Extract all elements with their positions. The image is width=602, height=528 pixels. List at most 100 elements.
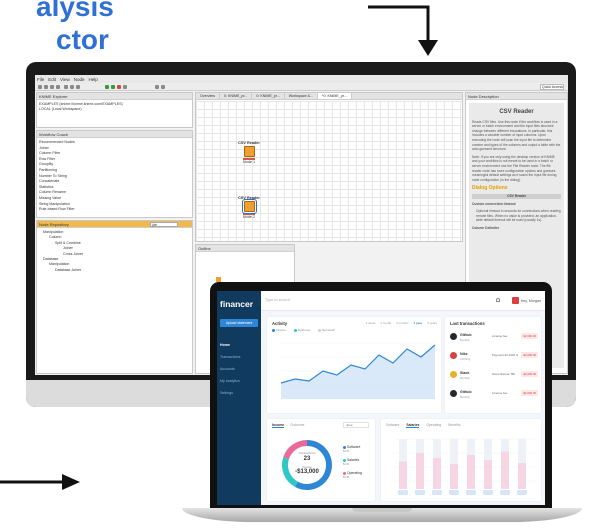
filter-1-week[interactable]: 1 week [366, 321, 376, 325]
sidebar-item-transactions[interactable]: Transactions [220, 351, 261, 363]
donut-count: 23 [303, 456, 311, 462]
node-label: Node 1 [242, 160, 256, 164]
donut-center: Transactions 23 Income -$13,000 [279, 437, 335, 493]
transactions-card: Last transactions Github Monthly License… [445, 317, 541, 413]
menu-file[interactable]: File [37, 77, 44, 82]
transaction-row[interactable]: Github Monthly License fee -$2,000.00 [450, 331, 538, 347]
budget-bar-label-chip [483, 490, 493, 495]
filter-1-year[interactable]: 1 year [413, 321, 422, 325]
tab-outcome[interactable]: Outcome [290, 423, 304, 428]
sidebar: financer Upload statement Home Transacti… [217, 291, 261, 505]
explorer-title: KNIME Explorer [37, 93, 192, 100]
cancel-icon[interactable] [117, 85, 121, 89]
transaction-row[interactable]: Github Monthly License fee -$2,000.00 [450, 388, 538, 404]
csv-reader-icon [241, 199, 257, 214]
menu-help[interactable]: Help [88, 77, 97, 82]
reset-icon[interactable] [123, 85, 127, 89]
activity-filters: 1 week 1 month 3 months 1 year 5 years [366, 321, 437, 325]
paste-icon[interactable] [76, 85, 80, 89]
budget-bar [433, 458, 441, 489]
execute-all-icon[interactable] [111, 85, 115, 89]
headline: alysis ctor [0, 0, 114, 56]
filter-3-months[interactable]: 3 months [396, 321, 408, 325]
menu-edit[interactable]: Edit [48, 77, 56, 82]
options-tab-bar: CSV Reader [472, 193, 561, 199]
save-icon[interactable] [44, 85, 48, 89]
csv-reader-node[interactable]: CSV Reader Node 1 [234, 141, 264, 164]
sidebar-item-settings[interactable]: Settings [220, 387, 261, 399]
budget-bar-label-chip [517, 490, 527, 495]
node-title: CSV Reader [238, 141, 260, 145]
tab-software[interactable]: Software [386, 423, 399, 428]
tab-operating[interactable]: Operating [426, 423, 441, 428]
income-tabs: Income Outcome [272, 423, 304, 428]
undo-icon[interactable] [50, 85, 54, 89]
user-name: Hey, Morgan [520, 298, 541, 303]
activity-card: Activity 1 week 1 month 3 months 1 year … [267, 317, 441, 413]
new-icon[interactable] [38, 85, 42, 89]
tab-workflow[interactable]: 0: KNIME_pr... [252, 93, 285, 99]
execute-icon[interactable] [105, 85, 109, 89]
budget-bar-label-chip [432, 490, 442, 495]
redo-icon[interactable] [56, 85, 60, 89]
sidebar-item-accounts[interactable]: Accounts [220, 363, 261, 375]
budget-bar [399, 461, 407, 489]
stage: alysis ctor File Edit View Node Help Qui… [0, 0, 602, 528]
budget-bar [450, 464, 458, 489]
filter-5-years[interactable]: 5 years [427, 321, 437, 325]
explorer-item[interactable]: LOCAL (Local Workspace) [39, 107, 190, 112]
transaction-category: Monthly [460, 375, 470, 380]
grid-icon[interactable] [161, 85, 165, 89]
legend-net-worth: Net worth [318, 328, 335, 332]
month-select[interactable]: June [343, 422, 369, 428]
tab-overview[interactable]: Overview [196, 93, 220, 99]
tab-income[interactable]: Income [272, 423, 285, 428]
quick-access-input[interactable]: Quick Access [540, 84, 564, 90]
budget-card: Software Salaries Operating Benefits [381, 419, 541, 501]
tree-item[interactable]: Database Joiner [39, 268, 190, 273]
transaction-amount: -$2,000.00 [520, 390, 538, 396]
transaction-category: Monthly [460, 337, 470, 342]
zoom-icon[interactable] [155, 85, 159, 89]
editor-tabs: Overview 0: KNIME_pr... 0: KNIME_pr... W… [196, 93, 462, 100]
description-panel-title: Node Description [466, 93, 567, 100]
repository-search-input[interactable]: join [150, 222, 178, 227]
csv-reader-node[interactable]: CSV Reader Node 2 [234, 196, 264, 219]
coach-item[interactable]: Rule-based Row Filter [39, 207, 190, 213]
dialog-options-heading: Dialog Options [472, 185, 508, 192]
activity-legend: Income Outcome Net worth [272, 328, 335, 332]
description-paragraph: Reads CSV files. Use this node if the wo… [472, 119, 561, 152]
tab-workspace[interactable]: Workspace &... [285, 93, 319, 99]
budget-bar-label-chip [398, 490, 408, 495]
transaction-amount: -$2,000.00 [520, 371, 538, 377]
laptop-lid: financer Upload statement Home Transacti… [210, 282, 552, 508]
tab-benefits[interactable]: Benefits [448, 423, 460, 428]
filter-1-month[interactable]: 1 month [380, 321, 391, 325]
cut-icon[interactable] [64, 85, 68, 89]
tab-workflow[interactable]: 0: KNIME_pr... [220, 93, 253, 99]
legend-salaries: Salaries $245 [343, 458, 360, 466]
description-title: CSV Reader [499, 109, 534, 115]
transaction-amount: -$2,000.00 [520, 333, 538, 339]
tab-salaries[interactable]: Salaries [406, 423, 420, 428]
menu-node[interactable]: Node [74, 77, 85, 82]
transaction-row[interactable]: Nike Clothing Payment ID 4432 S -$2,000.… [450, 350, 538, 366]
transaction-description: Payment ID 4432 S [492, 353, 519, 357]
budget-bar-label-chip [449, 490, 459, 495]
menu-view[interactable]: View [60, 77, 70, 82]
sidebar-item-analytics[interactable]: My analytics [220, 375, 261, 387]
copy-icon[interactable] [70, 85, 74, 89]
transaction-row[interactable]: Slack Monthly Team license TBI -$2,000.0… [450, 369, 538, 385]
tab-workflow-active[interactable]: *0: KNIME_pr... [318, 93, 352, 99]
sidebar-item-home[interactable]: Home [220, 339, 261, 351]
workflow-canvas[interactable]: CSV Reader Node 1 CSV Reader Node 2 [196, 101, 462, 241]
budget-bar-label-chip [415, 490, 425, 495]
upload-statement-button[interactable]: Upload statement [220, 319, 258, 327]
budget-bar-chart [395, 438, 535, 495]
explorer-panel: KNIME Explorer EXAMPLES (knime://knime.k… [36, 92, 193, 128]
bell-icon[interactable] [496, 298, 500, 302]
budget-bar [518, 463, 526, 489]
search-input[interactable]: Type to search [265, 298, 290, 302]
transaction-name: Github [460, 333, 472, 337]
user-menu[interactable]: Hey, Morgan [511, 297, 541, 304]
